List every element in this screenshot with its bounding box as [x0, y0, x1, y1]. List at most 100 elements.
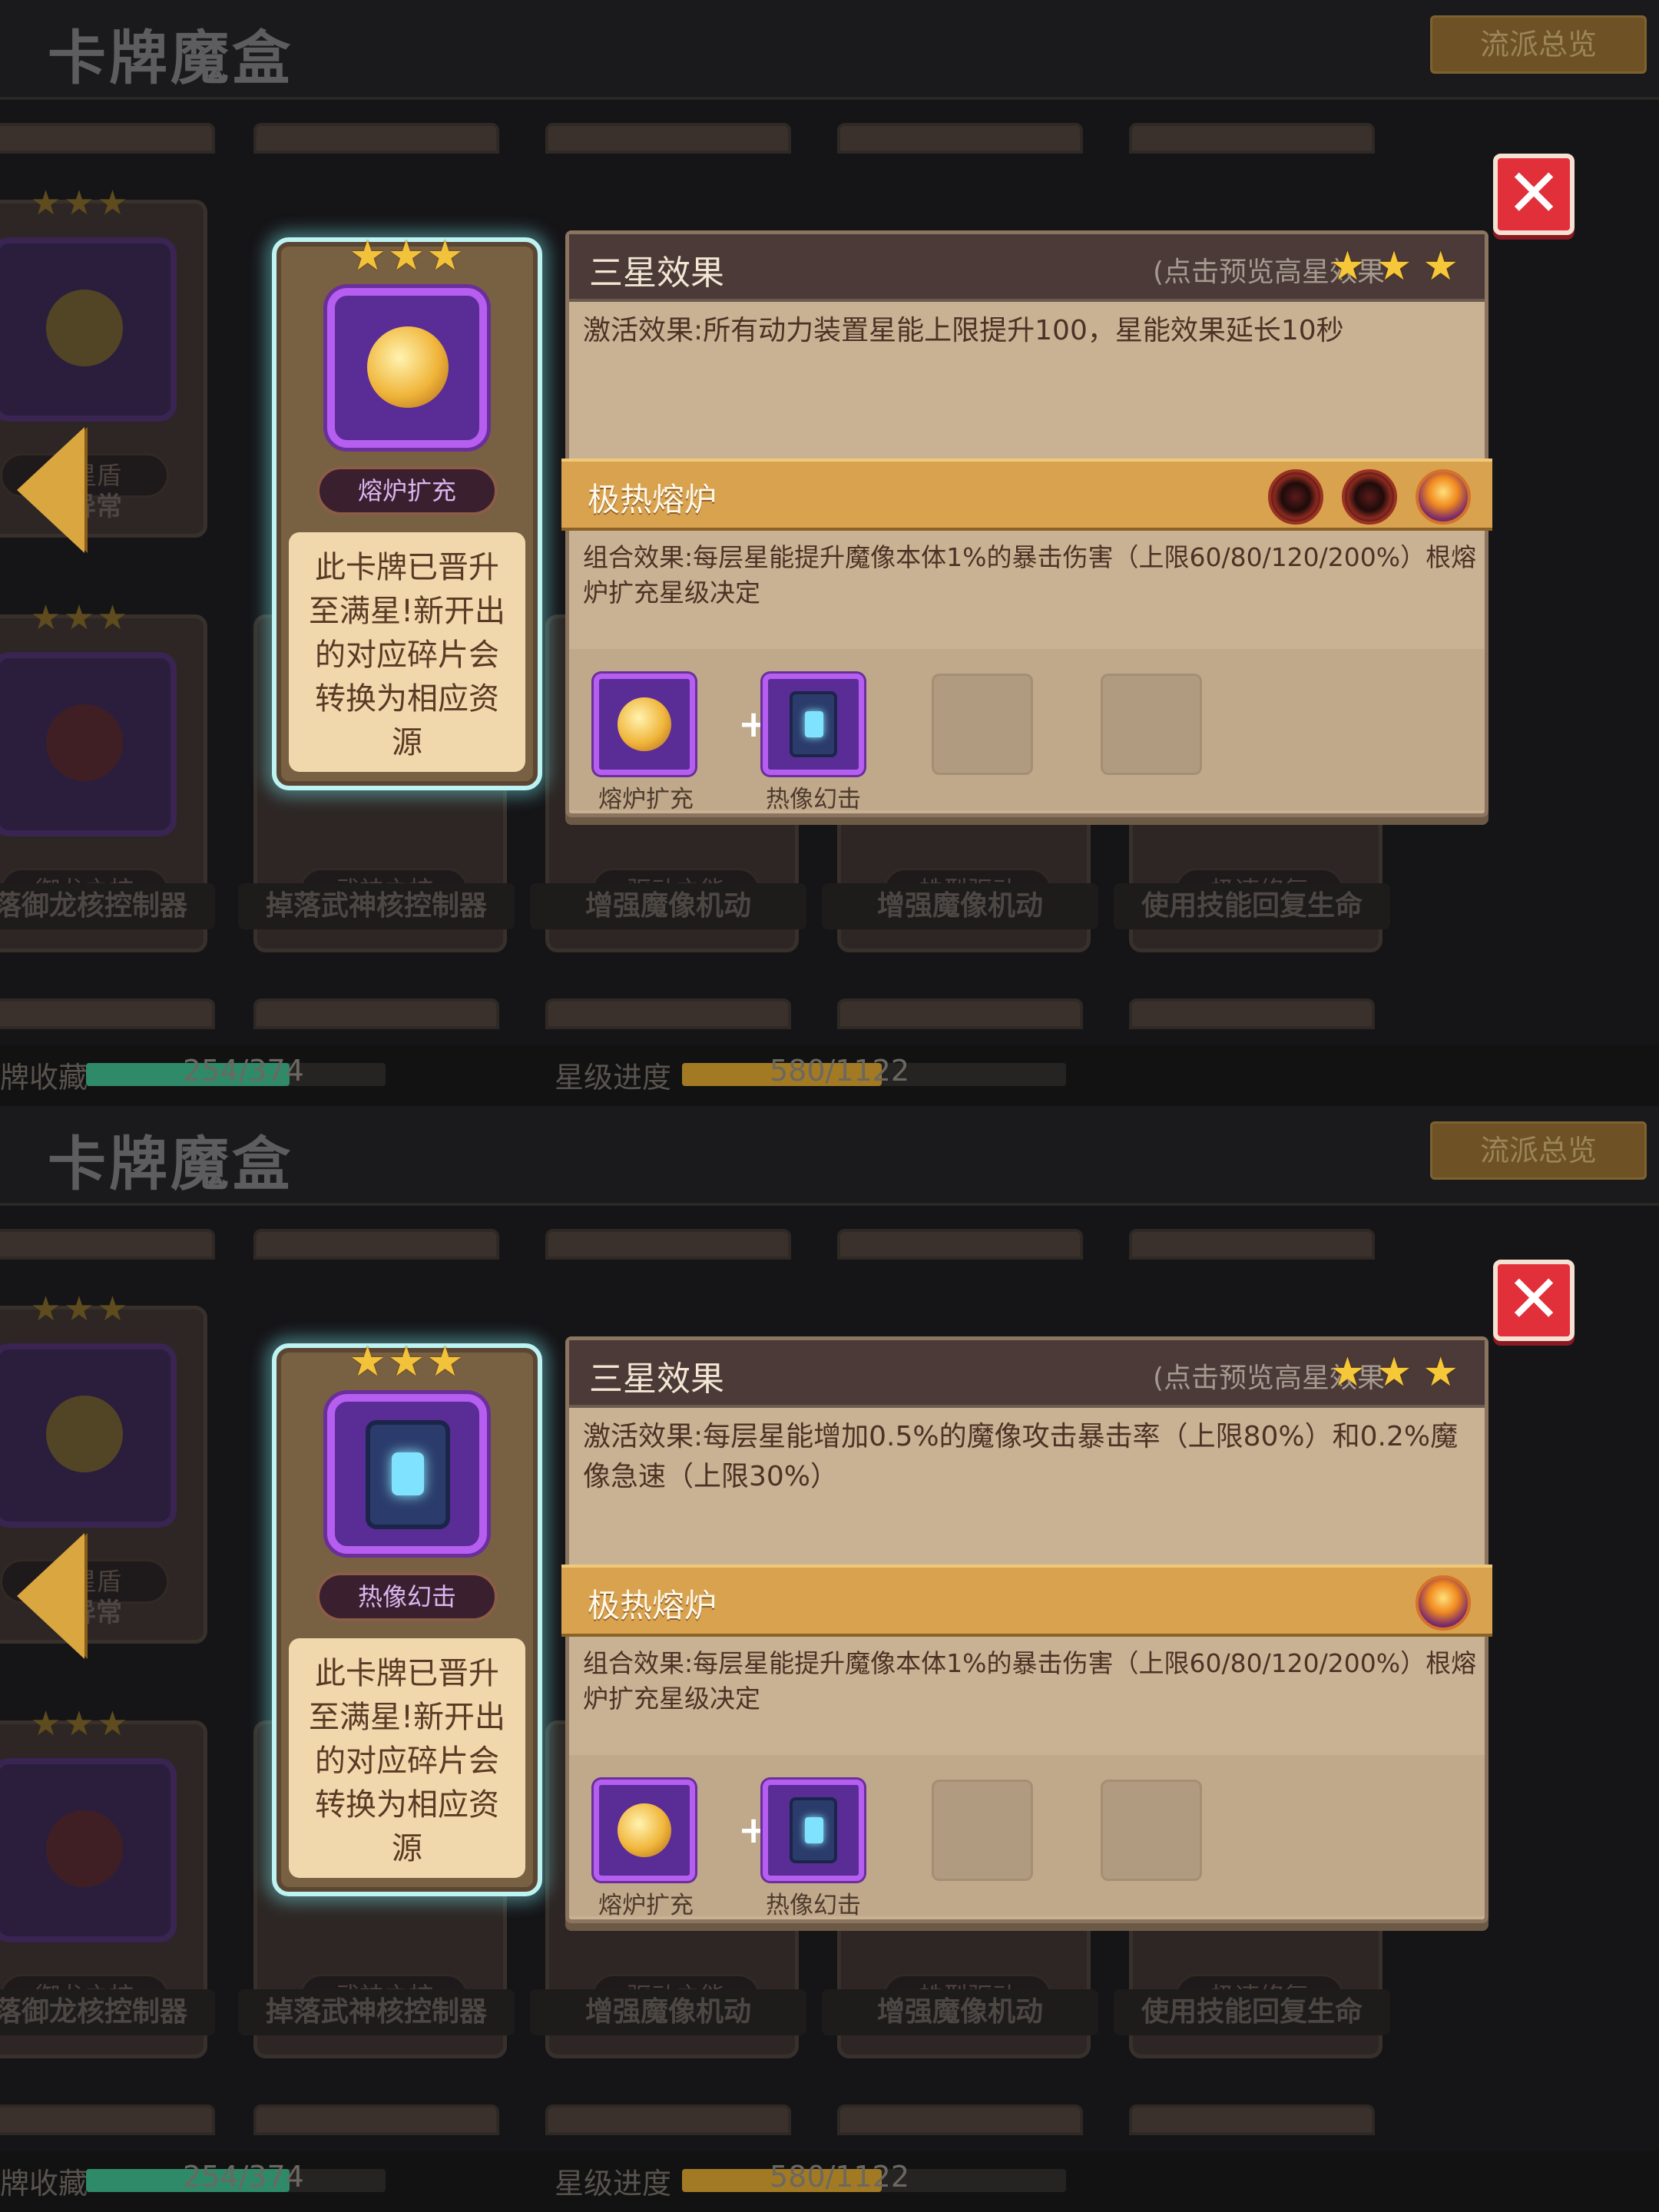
card-detail-panel: 三星效果 (点击预览高星效果 ★★★ 激活效果:所有动力装置星能上限提升100，…: [561, 230, 1492, 817]
combo-slot-2-label: 热像幻击: [766, 786, 861, 813]
combo-slots: 熔炉扩充 + 热像幻击: [569, 649, 1485, 813]
card-name: 增强魔像机动: [530, 1989, 806, 2035]
activation-effect-text: 激活效果:所有动力装置星能上限提升100，星能效果延长10秒: [583, 315, 1344, 346]
combo-slot-1-label: 熔炉扩充: [598, 1892, 694, 1919]
grid-row-top: [253, 1229, 499, 1260]
page-title: 卡牌魔盒: [48, 1130, 293, 1198]
grid-row-bottom: [545, 998, 791, 1029]
card-art-icon: [0, 1758, 177, 1942]
selected-card[interactable]: ★★★ 热像幻击 此卡牌已晋升至满星!新开出的对应碎片会转换为相应资源: [272, 1337, 542, 1896]
set-name: 极热熔炉: [588, 1587, 717, 1624]
prev-page-arrow-icon[interactable]: [17, 427, 84, 553]
selected-card-tag: 热像幻击: [316, 1572, 498, 1621]
dark-gear-icon[interactable]: [1268, 469, 1323, 525]
combo-slot-2-label: 热像幻击: [766, 1892, 861, 1919]
close-button[interactable]: ✕: [1493, 1260, 1575, 1341]
furnace-orb-icon: [618, 1803, 671, 1857]
combo-slot-2[interactable]: [763, 1780, 864, 1881]
panel-header: 三星效果 (点击预览高星效果 ★★★: [569, 234, 1485, 302]
star-level-stars[interactable]: ★★★: [1330, 243, 1469, 290]
card-name: 掉落御龙核控制器: [0, 883, 215, 929]
grid-row-top: [1129, 1229, 1375, 1260]
grid-row-top: [253, 123, 499, 154]
card-name: 掉落武神核控制器: [238, 883, 515, 929]
set-band: 极热熔炉: [561, 1565, 1492, 1637]
selected-card-art-icon: [327, 1394, 487, 1554]
star-progress-label: 星级进度: [555, 1061, 672, 1094]
card-name: 增强魔像机动: [822, 883, 1098, 929]
grid-row-bottom: [253, 998, 499, 1029]
combo-slot-empty: [932, 674, 1033, 775]
dark-gear-icon[interactable]: [1342, 469, 1397, 525]
selected-card-stars: ★★★: [349, 231, 465, 280]
star-progress-label: 星级进度: [555, 2167, 672, 2200]
furnace-core-icon[interactable]: [1416, 469, 1471, 525]
grid-row-top: [1129, 123, 1375, 154]
card-art-icon: [0, 237, 177, 422]
card-stars: ★★★: [30, 1704, 131, 1743]
combo-slot-empty: [1101, 674, 1202, 775]
selected-card-tag: 熔炉扩充: [316, 466, 498, 515]
card-name: 使用技能回复生命: [1114, 1989, 1390, 2035]
panel-title: 三星效果: [589, 1359, 724, 1399]
combo-slot-1-label: 熔炉扩充: [598, 786, 694, 813]
lantern-icon: [366, 1420, 450, 1529]
grid-row-top: [545, 123, 791, 154]
set-name: 极热熔炉: [588, 481, 717, 518]
grid-row-top: [837, 1229, 1083, 1260]
card-stars: ★★★: [30, 598, 131, 637]
furnace-core-icon[interactable]: [1416, 1575, 1471, 1631]
prev-page-arrow-icon[interactable]: [17, 1533, 84, 1659]
collection-label: 牌收藏: [0, 2167, 88, 2200]
page-title: 卡牌魔盒: [48, 24, 293, 92]
selected-card-stars: ★★★: [349, 1337, 465, 1386]
card-stars: ★★★: [30, 1290, 131, 1329]
grid-row-bottom: [0, 998, 215, 1029]
grid-row-top: [545, 1229, 791, 1260]
star-progress-value: 580/1122: [770, 1054, 910, 1088]
header-bar: 卡牌魔盒 流派总览: [0, 0, 1659, 100]
grid-row-top: [0, 1229, 215, 1260]
card-name: 增强魔像机动: [530, 883, 806, 929]
screenshot-top: 卡牌魔盒 流派总览 ★★★ 元星盾 ★★★ 御龙之核 武神之核 驱动之能 蛛型驱…: [0, 0, 1659, 1106]
collection-label: 牌收藏: [0, 1061, 88, 1094]
card-name: 掉落武神核控制器: [238, 1989, 515, 2035]
activation-effect-text: 激活效果:每层星能增加0.5%的魔像攻击暴击率（上限80%）和0.2%魔像急速（…: [583, 1421, 1459, 1492]
combo-slot-empty: [1101, 1780, 1202, 1881]
lantern-icon: [790, 1797, 837, 1863]
build-overview-button[interactable]: 流派总览: [1430, 1121, 1647, 1180]
furnace-orb-icon: [618, 697, 671, 751]
grid-row-top: [0, 123, 215, 154]
grid-row-bottom: [545, 2104, 791, 2135]
grid-row-bottom: [837, 998, 1083, 1029]
combo-slot-1[interactable]: [594, 1780, 695, 1881]
collection-value: 254/374: [183, 1054, 304, 1088]
card-name: 增强魔像机动: [822, 1989, 1098, 2035]
panel-title: 三星效果: [589, 253, 724, 293]
header-bar: 卡牌魔盒 流派总览: [0, 1106, 1659, 1206]
combo-slot-empty: [932, 1780, 1033, 1881]
panel-header: 三星效果 (点击预览高星效果 ★★★: [569, 1340, 1485, 1408]
combo-slot-1[interactable]: [594, 674, 695, 775]
selected-card[interactable]: ★★★ 熔炉扩充 此卡牌已晋升至满星!新开出的对应碎片会转换为相应资源: [272, 231, 542, 790]
set-band: 极热熔炉: [561, 459, 1492, 531]
combo-effect-text: 组合效果:每层星能提升魔像本体1%的暴击伤害（上限60/80/120/200%）…: [583, 1648, 1477, 1714]
selected-card-description: 此卡牌已晋升至满星!新开出的对应碎片会转换为相应资源: [289, 1638, 525, 1878]
card-name: 掉落御龙核控制器: [0, 1989, 215, 2035]
grid-row-bottom: [1129, 2104, 1375, 2135]
lantern-icon: [790, 691, 837, 757]
star-progress-value: 580/1122: [770, 2160, 910, 2194]
build-overview-button[interactable]: 流派总览: [1430, 15, 1647, 74]
card-detail-panel: 三星效果 (点击预览高星效果 ★★★ 激活效果:每层星能增加0.5%的魔像攻击暴…: [561, 1336, 1492, 1923]
selected-card-description: 此卡牌已晋升至满星!新开出的对应碎片会转换为相应资源: [289, 532, 525, 772]
star-level-stars[interactable]: ★★★: [1330, 1349, 1469, 1396]
grid-row-bottom: [837, 2104, 1083, 2135]
combo-slots: 熔炉扩充 + 热像幻击: [569, 1755, 1485, 1919]
combo-slot-2[interactable]: [763, 674, 864, 775]
card-art-icon: [0, 652, 177, 836]
card-art-icon: [0, 1343, 177, 1528]
card-stars: ★★★: [30, 184, 131, 223]
grid-row-bottom: [0, 2104, 215, 2135]
card-name: 使用技能回复生命: [1114, 883, 1390, 929]
close-button[interactable]: ✕: [1493, 154, 1575, 235]
